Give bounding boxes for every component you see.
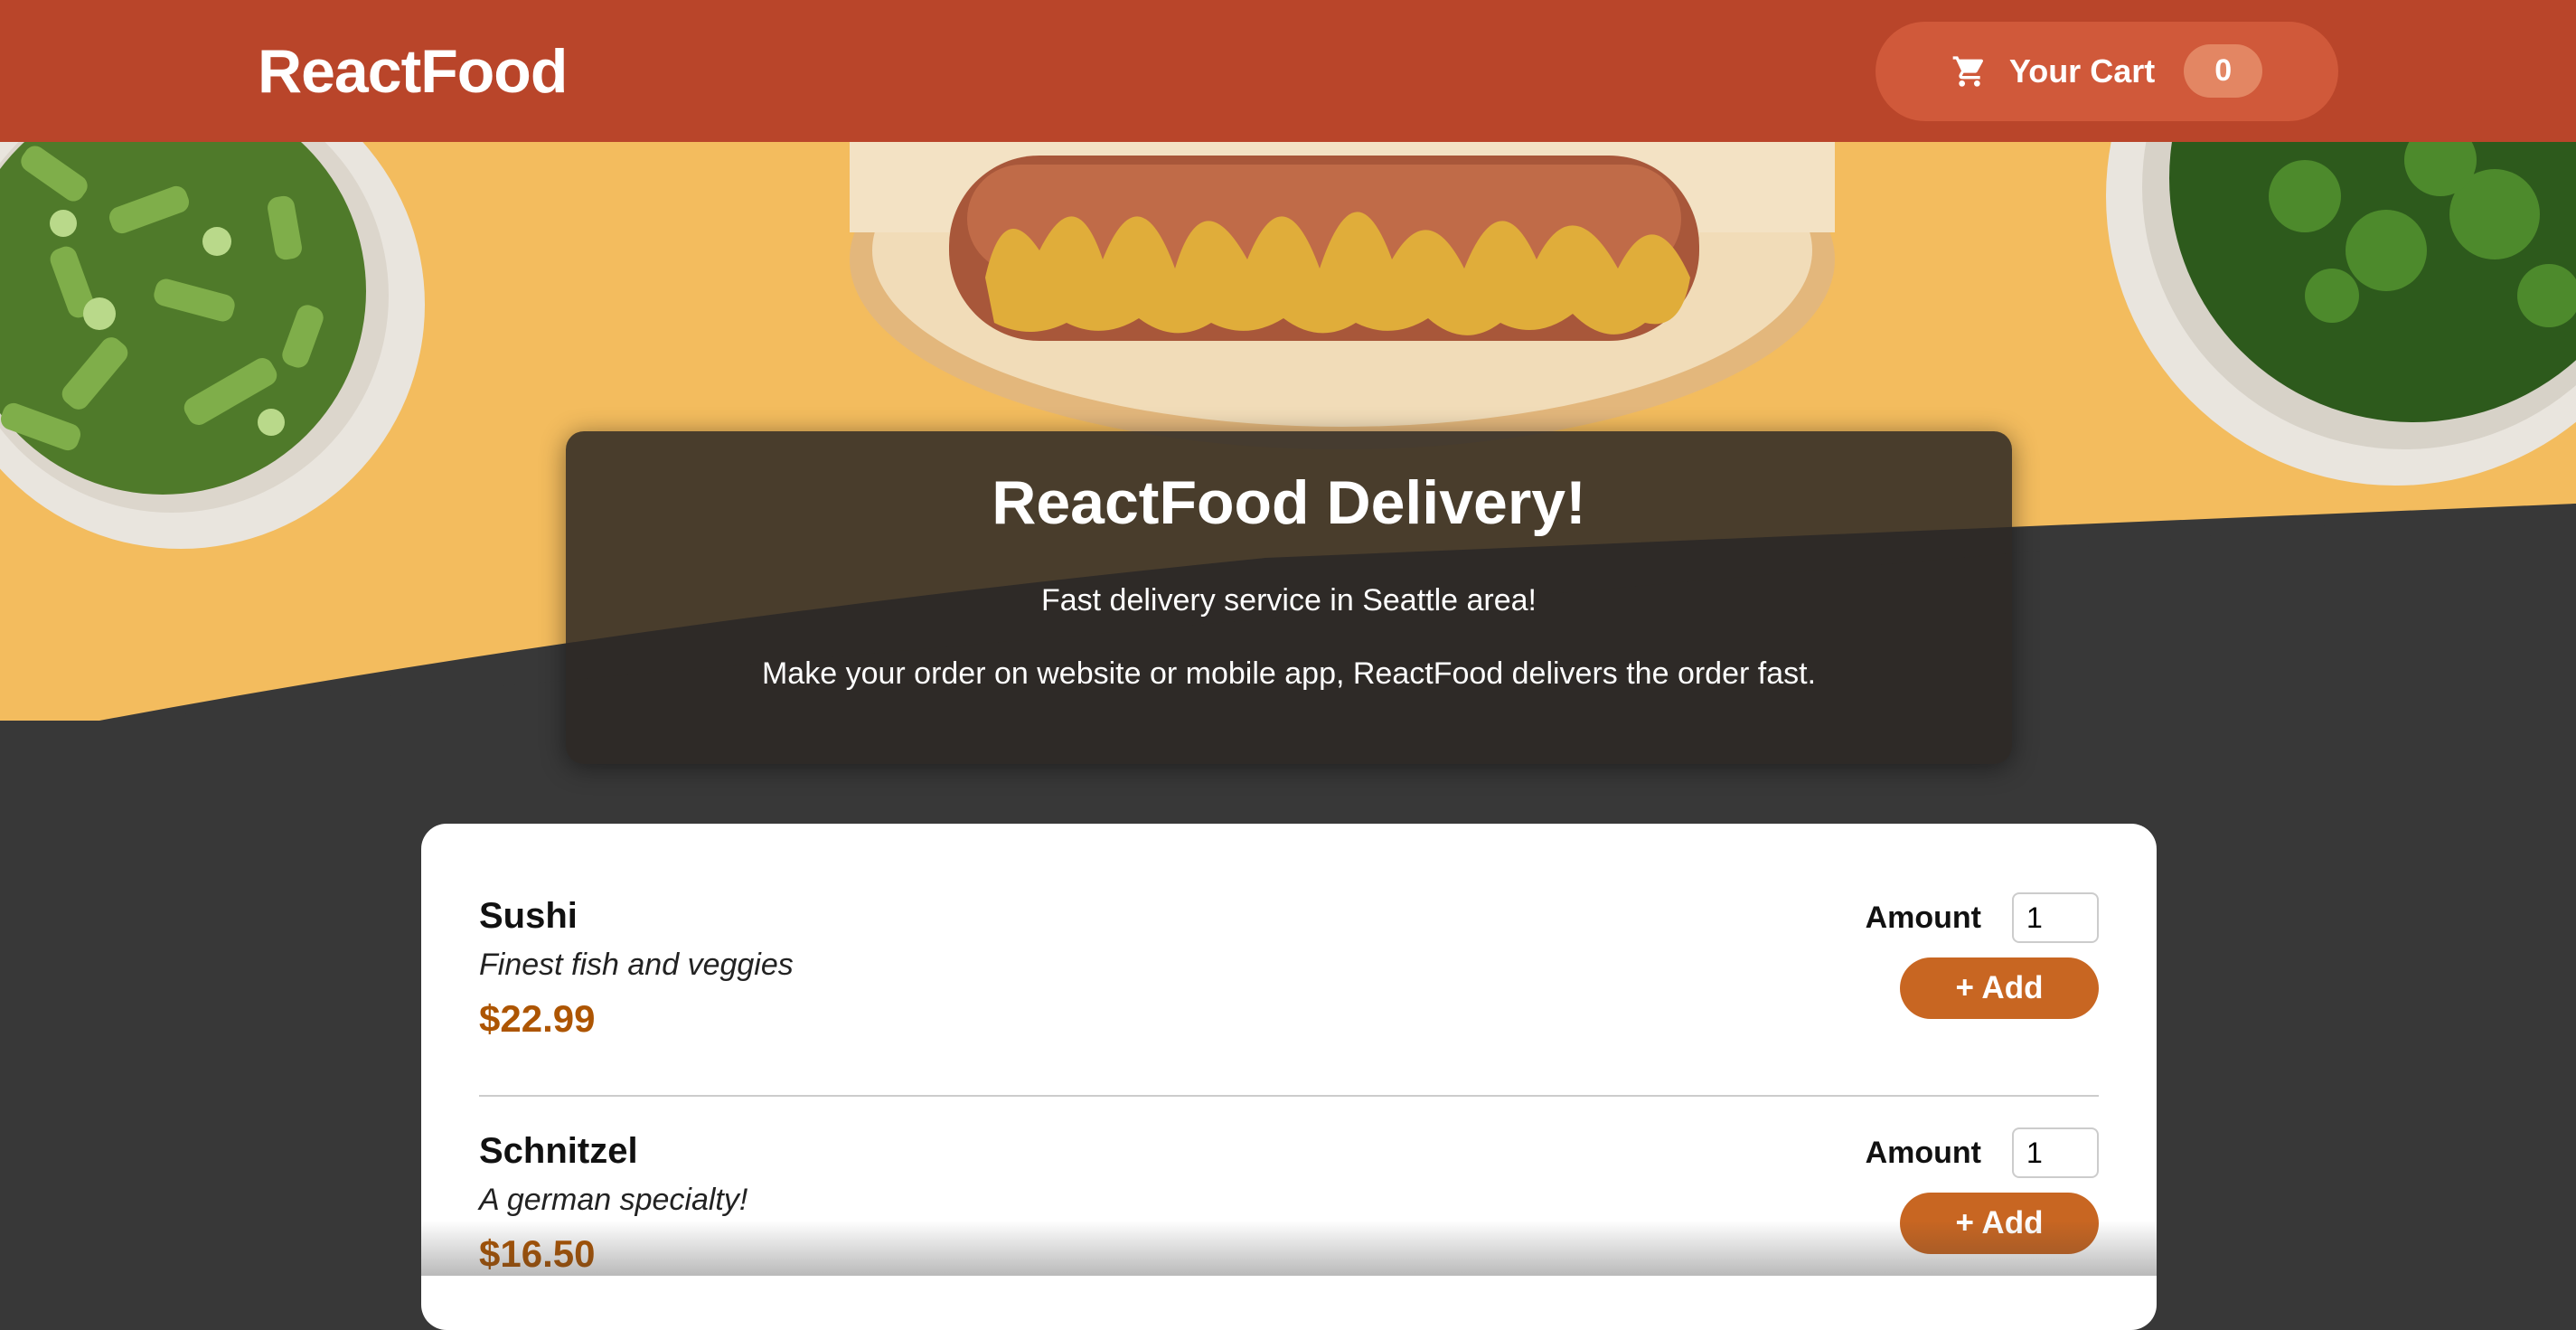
meal-form: Amount + Add (1866, 1127, 2099, 1316)
summary-line-1: Fast delivery service in Seattle area! (1040, 583, 1537, 618)
meal-price: $16.50 (479, 1232, 596, 1275)
meal-info: Sushi Finest fish and veggies $22.99 (479, 896, 794, 1095)
cart-button[interactable]: Your Cart 0 (1876, 21, 2338, 121)
amount-label: Amount (1865, 1135, 1981, 1170)
summary-line-2: Make your order on website or mobile app… (761, 656, 1817, 691)
amount-input[interactable] (2012, 892, 2099, 943)
amount-input[interactable] (2012, 1127, 2099, 1178)
summary-card: ReactFood Delivery! Fast delivery servic… (566, 431, 2012, 764)
amount-label: Amount (1865, 900, 1981, 935)
amount-row: Amount (1866, 892, 2099, 943)
add-button[interactable]: + Add (1900, 957, 2099, 1019)
meal-description: A german specialty! (479, 1183, 748, 1217)
cart-label: Your Cart (2008, 52, 2156, 90)
add-button[interactable]: + Add (1900, 1193, 2099, 1254)
meal-name: Sushi (479, 896, 578, 936)
meal-price: $22.99 (479, 997, 596, 1040)
meal-item: Schnitzel A german specialty! $16.50 Amo… (479, 1097, 2099, 1316)
meal-form: Amount + Add (1866, 892, 2099, 1095)
summary-title: ReactFood Delivery! (992, 468, 1586, 537)
meals-list: Sushi Finest fish and veggies $22.99 Amo… (421, 824, 2157, 1330)
app-logo: ReactFood (258, 36, 568, 106)
meal-item: Sushi Finest fish and veggies $22.99 Amo… (479, 878, 2099, 1097)
meal-info: Schnitzel A german specialty! $16.50 (479, 1131, 747, 1316)
app-header: ReactFood Your Cart 0 (0, 0, 2576, 142)
meal-name: Schnitzel (479, 1131, 638, 1171)
amount-row: Amount (1866, 1127, 2099, 1178)
cart-count-badge: 0 (2184, 44, 2263, 98)
meal-description: Finest fish and veggies (479, 948, 794, 982)
cart-icon (1952, 55, 1983, 87)
